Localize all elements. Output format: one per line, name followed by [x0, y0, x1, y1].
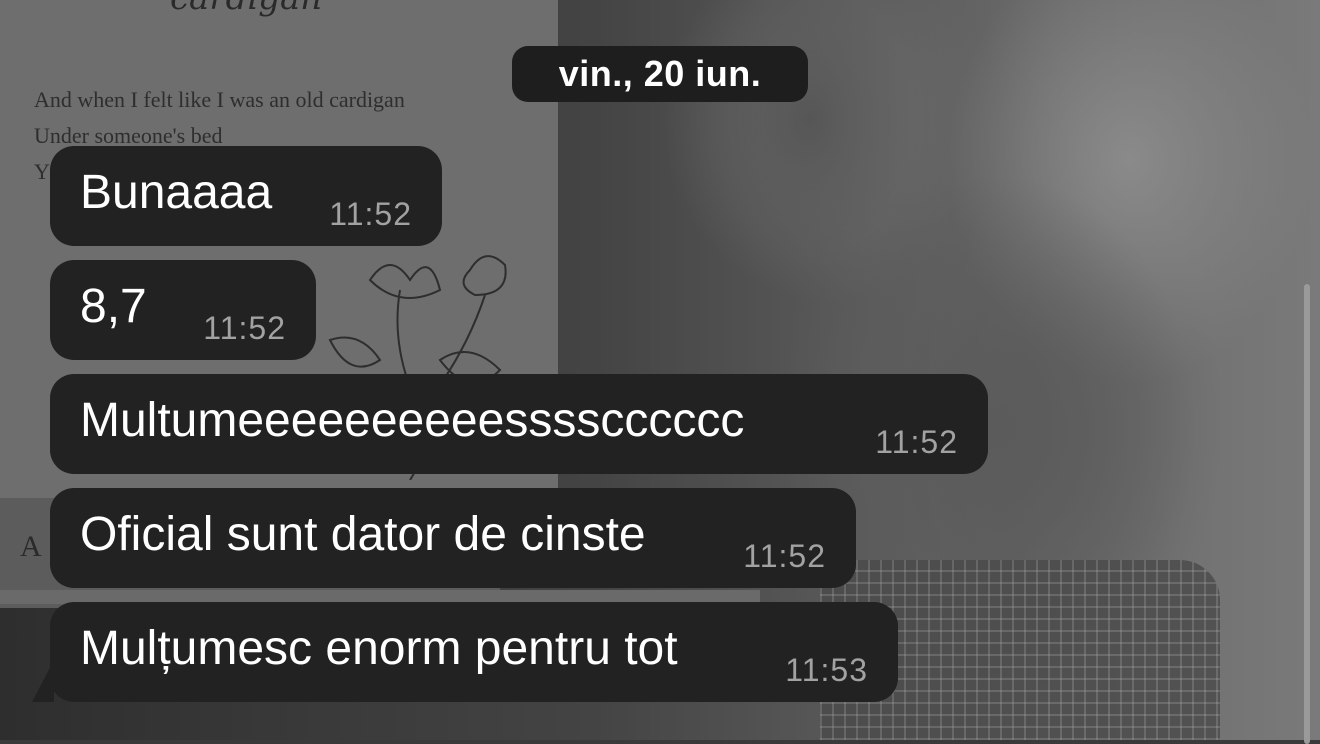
- message-time: 11:52: [329, 195, 412, 232]
- message-bubble[interactable]: Multumeeeeeeeeeesssscccccc 11:52: [50, 374, 988, 474]
- message-bubble[interactable]: Bunaaaa 11:52: [50, 146, 442, 246]
- message-time: 11:52: [203, 309, 286, 346]
- message-time: 11:53: [785, 651, 868, 688]
- message-text: Oficial sunt dator de cinste: [80, 507, 646, 561]
- wallpaper-paper-title: cardigan: [170, 0, 322, 18]
- date-header: vin., 20 iun.: [512, 46, 808, 102]
- message-time: 11:52: [875, 423, 958, 460]
- message-text: Bunaaaa: [80, 165, 273, 219]
- message-bubble[interactable]: Oficial sunt dator de cinste 11:52: [50, 488, 856, 588]
- message-text: 8,7: [80, 279, 147, 333]
- chat-scrollbar[interactable]: [1304, 284, 1310, 744]
- message-bubble[interactable]: 8,7 11:52: [50, 260, 316, 360]
- message-time: 11:52: [743, 537, 826, 574]
- message-text: Multumeeeeeeeeeesssscccccc: [80, 393, 745, 447]
- wallpaper-letter: A: [20, 530, 42, 563]
- message-bubble[interactable]: Mulțumesc enorm pentru tot 11:53: [50, 602, 898, 702]
- message-text: Mulțumesc enorm pentru tot: [80, 621, 678, 675]
